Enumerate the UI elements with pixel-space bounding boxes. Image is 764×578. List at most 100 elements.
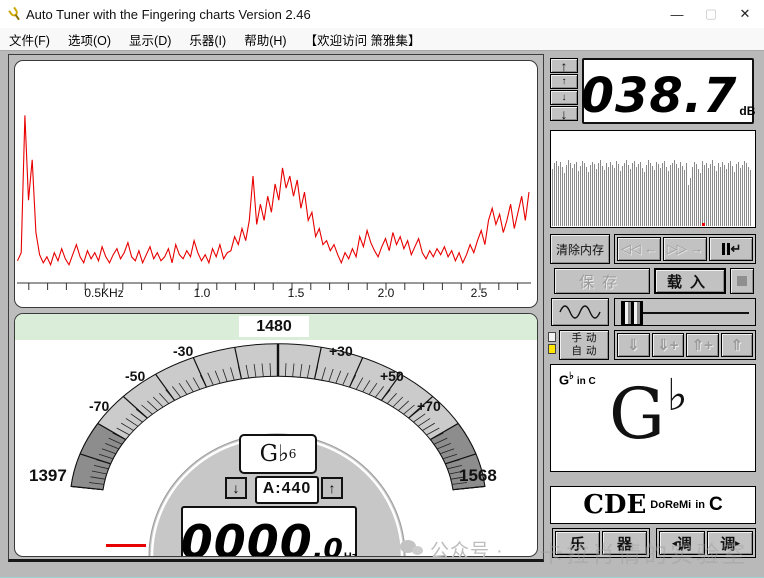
slider-handle[interactable]: [621, 301, 643, 325]
scale-label-p50: +50: [380, 368, 404, 384]
rewind-button[interactable]: ◁◁ ←: [617, 237, 661, 261]
level-bar: [582, 161, 583, 226]
x-tick-label: 0.5KHz: [84, 286, 123, 300]
level-bar: [598, 163, 599, 226]
manual-auto-button[interactable]: 手动 自动: [559, 330, 609, 360]
level-bar: [732, 166, 733, 226]
key-next-button[interactable]: 调▸: [707, 531, 753, 555]
db-unit: dB: [739, 104, 755, 118]
level-bar: [590, 165, 591, 226]
shift-down-plus-button[interactable]: ⇓+: [652, 333, 685, 357]
x-tick-label: 2.5: [471, 286, 488, 300]
auto-indicator: [548, 344, 556, 354]
db-up-button[interactable]: ↑: [550, 74, 578, 89]
maximize-button[interactable]: ▢: [694, 2, 728, 26]
level-bar: [580, 166, 581, 226]
level-bar: [644, 172, 645, 226]
level-bar: [672, 163, 673, 226]
scale-label-m30: -30: [173, 343, 193, 359]
save-button[interactable]: 保存: [554, 268, 650, 294]
pause-button[interactable]: ↵: [709, 237, 753, 261]
auto-label: 自动: [572, 345, 601, 358]
cde-label: CDE: [583, 490, 646, 520]
level-bar: [740, 168, 741, 226]
mode-indicators: [548, 332, 557, 356]
db-down-button[interactable]: ↓: [550, 90, 578, 105]
level-bar: [608, 167, 609, 226]
level-bar: [704, 165, 705, 226]
level-bar: [698, 169, 699, 226]
right-triangle-icon: ▸: [735, 538, 740, 549]
level-bar: [632, 163, 633, 226]
level-bar: [634, 161, 635, 226]
level-bar: [554, 163, 555, 226]
level-bar: [652, 166, 653, 226]
pitch-ref-up-button[interactable]: ↑: [321, 477, 343, 499]
instrument-next-button[interactable]: 器: [602, 531, 647, 555]
sine-wave-icon: [558, 302, 602, 322]
level-bar: [630, 169, 631, 226]
clear-memory-button[interactable]: 清除内存: [550, 234, 610, 264]
instrument-prev-button[interactable]: 乐: [555, 531, 600, 555]
shift-up-plus-button[interactable]: ⇑+: [686, 333, 719, 357]
menu-options[interactable]: 选项(O): [59, 30, 120, 49]
scale-label-m70: -70: [89, 398, 109, 414]
db-big-up-button[interactable]: ↑: [550, 58, 578, 73]
level-bar: [688, 185, 689, 226]
level-bar: [610, 162, 611, 226]
level-bar: [664, 161, 665, 226]
close-button[interactable]: ✕: [728, 2, 762, 26]
window-controls: — ▢ ✕: [660, 0, 762, 28]
menu-display[interactable]: 显示(D): [120, 30, 180, 49]
gain-slider[interactable]: [614, 298, 756, 326]
key-button-group: ◂调 调▸: [656, 528, 756, 558]
minimize-button[interactable]: —: [660, 2, 694, 26]
stop-icon: [737, 276, 747, 286]
waveform-button[interactable]: [551, 298, 609, 326]
level-bar: [728, 163, 729, 226]
menu-file[interactable]: 文件(F): [0, 30, 59, 49]
db-big-down-button[interactable]: ↓: [550, 106, 578, 121]
titlebar: Auto Tuner with the Fingering charts Ver…: [0, 0, 764, 28]
level-bar: [594, 164, 595, 226]
level-bar: [592, 162, 593, 226]
doremi-label: DoReMi: [650, 499, 691, 511]
level-bar: [602, 166, 603, 226]
level-bar: [620, 171, 621, 226]
x-tick-label: 1.0: [194, 286, 211, 300]
tuning-fork-icon: [7, 6, 23, 22]
level-bar: [562, 167, 563, 226]
level-bar: [748, 167, 749, 226]
solfege-toggle[interactable]: CDE DoReMi in C: [550, 486, 756, 524]
menu-welcome[interactable]: 【欢迎访问 箫雅集】: [296, 30, 430, 49]
pitch-ref-down-button[interactable]: ↓: [225, 477, 247, 499]
level-bar: [658, 164, 659, 226]
level-bar: [690, 178, 691, 226]
level-bar: [722, 162, 723, 226]
scale-label-p70: +70: [417, 398, 441, 414]
transport-group: ◁◁ ← ▷▷ → ↵: [614, 234, 756, 264]
level-bar: [640, 162, 641, 226]
hz-unit: Hz: [344, 551, 357, 557]
level-bar: [556, 161, 557, 226]
big-note-glyph: G♭: [609, 379, 686, 449]
level-bar: [604, 170, 605, 226]
shift-down-button[interactable]: ⇓: [617, 333, 650, 357]
level-bar: [654, 170, 655, 226]
load-button[interactable]: 载入: [654, 268, 726, 294]
level-bar: [614, 168, 615, 226]
level-bar: [682, 166, 683, 226]
menu-help[interactable]: 帮助(H): [235, 30, 295, 49]
shift-up-button[interactable]: ⇑: [721, 333, 754, 357]
level-bar: [588, 172, 589, 226]
key-prev-button[interactable]: ◂调: [659, 531, 705, 555]
level-bar: [726, 169, 727, 226]
level-bar: [612, 165, 613, 226]
level-bar: [738, 162, 739, 226]
spectrum-panel: 0.5KHz 1.0 1.5 2.0 2.5: [14, 60, 538, 308]
stop-button[interactable]: [730, 268, 754, 294]
level-bar: [676, 164, 677, 226]
forward-button[interactable]: ▷▷ →: [663, 237, 707, 261]
level-bar: [716, 171, 717, 226]
menu-instrument[interactable]: 乐器(I): [180, 30, 235, 49]
